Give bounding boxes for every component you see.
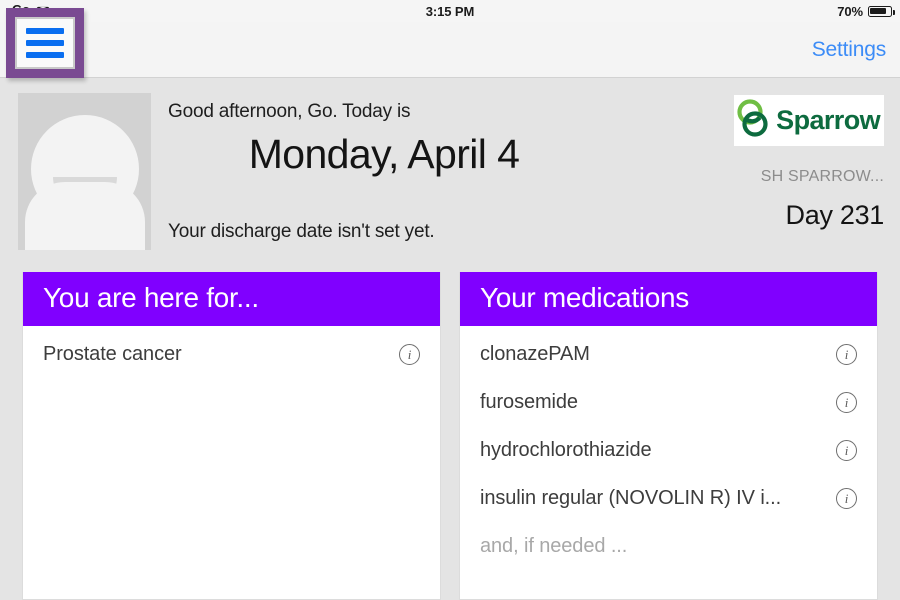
info-icon[interactable]: i <box>836 488 857 510</box>
greeting-text: Good afternoon, Go. Today is <box>168 101 411 122</box>
card-medications: Your medications clonazePAM i furosemide… <box>459 272 878 600</box>
info-icon[interactable]: i <box>399 344 420 366</box>
list-item[interactable]: Prostate cancer i <box>23 330 440 378</box>
list-item-label: furosemide <box>480 391 578 414</box>
brand-logo: Sparrow <box>734 95 884 146</box>
list-item-label: Prostate cancer <box>43 343 182 366</box>
menu-bar-3 <box>26 52 64 58</box>
hamburger-menu-icon[interactable] <box>15 17 75 69</box>
brand-name: Sparrow <box>776 105 880 135</box>
list-item-label: insulin regular (NOVOLIN R) IV i... <box>480 487 782 510</box>
list-item[interactable]: furosemide i <box>460 378 877 426</box>
nav-bar: Settings <box>0 22 900 78</box>
card-conditions-title: You are here for... <box>23 272 440 327</box>
list-item-label: and, if needed ... <box>480 535 628 558</box>
card-conditions: You are here for... Prostate cancer i <box>22 272 441 600</box>
info-icon[interactable]: i <box>836 440 857 462</box>
status-bar-right: 70% <box>837 3 895 19</box>
menu-bar-1 <box>26 28 64 34</box>
menu-button-highlight[interactable] <box>6 8 84 78</box>
brand-block: Sparrow SH SPARROW... Day 231 <box>734 95 884 231</box>
card-conditions-list: Prostate cancer i <box>23 326 440 599</box>
list-item-more: and, if needed ... <box>460 522 877 570</box>
info-icon[interactable]: i <box>836 344 857 366</box>
avatar <box>18 93 151 250</box>
list-item-label: clonazePAM <box>480 343 590 366</box>
day-counter: Day 231 <box>785 200 885 230</box>
avatar-body-icon <box>24 182 145 250</box>
card-medications-list: clonazePAM i furosemide i hydrochlorothi… <box>460 326 877 599</box>
list-item[interactable]: hydrochlorothiazide i <box>460 426 877 474</box>
battery-percent-label: 70% <box>837 3 863 19</box>
info-icon[interactable]: i <box>836 392 857 414</box>
status-bar: Go 3:15 PM 70% <box>0 0 900 22</box>
list-item[interactable]: insulin regular (NOVOLIN R) IV i... i <box>460 474 877 522</box>
sparrow-logo-icon <box>736 98 770 143</box>
settings-link[interactable]: Settings <box>812 38 886 62</box>
card-container: You are here for... Prostate cancer i Yo… <box>0 272 900 600</box>
current-date: Monday, April 4 <box>248 131 520 177</box>
status-bar-time: 3:15 PM <box>425 3 475 19</box>
card-medications-title: Your medications <box>460 272 877 327</box>
discharge-note: Your discharge date isn't set yet. <box>168 221 435 242</box>
patient-header: Good afternoon, Go. Today is Monday, Apr… <box>0 79 900 267</box>
organization-label: SH SPARROW... <box>760 168 884 185</box>
list-item-label: hydrochlorothiazide <box>480 439 652 462</box>
menu-bar-2 <box>26 40 64 46</box>
list-item[interactable]: clonazePAM i <box>460 330 877 378</box>
battery-icon <box>868 5 895 17</box>
app-root: Go 3:15 PM 70% Settings Good afternoon, … <box>0 0 900 600</box>
